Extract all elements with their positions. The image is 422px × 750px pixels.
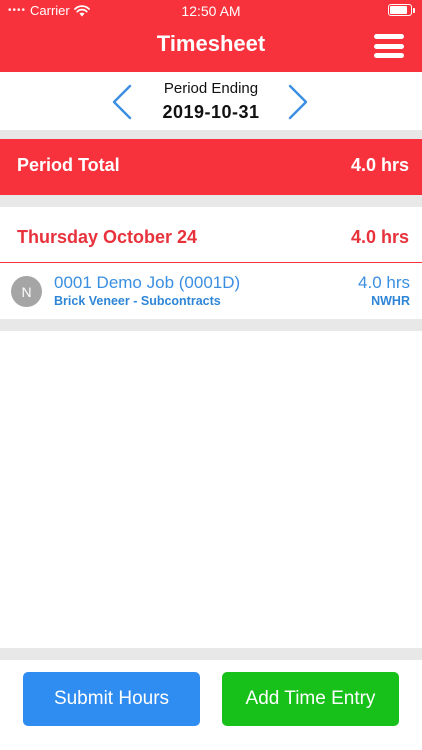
period-total-bar: Period Total 4.0 hrs xyxy=(0,139,422,195)
timesheet-screen: •••• Carrier 12:50 AM Timesheet Period E… xyxy=(0,0,422,750)
period-total-value: 4.0 hrs xyxy=(350,155,409,175)
task-name: Brick Veneer - Subcontracts xyxy=(54,294,221,308)
add-time-entry-button[interactable]: Add Time Entry xyxy=(222,672,399,726)
divider xyxy=(0,195,422,207)
avatar: N xyxy=(11,276,42,307)
time-entry-row[interactable]: N 0001 Demo Job (0001D) Brick Veneer - S… xyxy=(0,263,422,319)
period-label: Period Ending xyxy=(163,80,259,97)
footer-bar: Submit Hours Add Time Entry xyxy=(0,660,422,750)
page-title: Timesheet xyxy=(156,31,266,56)
hamburger-menu-icon[interactable] xyxy=(374,34,404,58)
divider xyxy=(0,130,422,139)
status-time: 12:50 AM xyxy=(181,3,241,19)
period-date: 2019-10-31 xyxy=(162,102,260,122)
submit-hours-button[interactable]: Submit Hours xyxy=(23,672,200,726)
day-total: 4.0 hrs xyxy=(350,227,409,247)
divider xyxy=(0,648,422,660)
chevron-right-icon[interactable] xyxy=(284,82,312,122)
job-title: 0001 Demo Job (0001D) xyxy=(54,273,241,292)
entry-hours: 4.0 hrs xyxy=(358,273,410,292)
day-header: Thursday October 24 4.0 hrs xyxy=(0,207,422,263)
battery-icon xyxy=(388,4,415,16)
header-bar: •••• Carrier 12:50 AM Timesheet xyxy=(0,0,422,72)
battery-fill xyxy=(390,6,408,14)
entry-code: NWHR xyxy=(371,294,410,308)
day-label: Thursday October 24 xyxy=(17,227,198,247)
divider xyxy=(0,319,422,331)
period-selector: Period Ending 2019-10-31 xyxy=(0,72,422,130)
period-total-label: Period Total xyxy=(17,155,120,175)
